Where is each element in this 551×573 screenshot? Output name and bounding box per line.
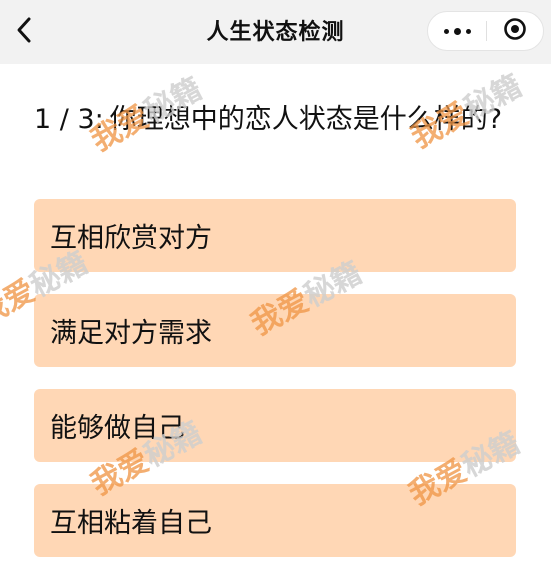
option-label: 满足对方需求 — [50, 318, 212, 349]
option-label: 互相粘着自己 — [50, 508, 212, 539]
screen: 人生状态检测 1 / 3: 你理想中的恋人状态是什么样的? 互相欣赏对方 满足对… — [0, 0, 551, 573]
question-text-block: 1 / 3: 你理想中的恋人状态是什么样的? — [34, 100, 524, 140]
more-dots-icon-center — [453, 27, 461, 35]
mini-program-capsule — [427, 11, 544, 51]
option-1[interactable]: 互相欣赏对方 — [34, 199, 516, 272]
option-4[interactable]: 互相粘着自己 — [34, 484, 516, 557]
option-2[interactable]: 满足对方需求 — [34, 294, 516, 367]
more-button[interactable] — [428, 12, 486, 50]
option-label: 能够做自己 — [50, 413, 185, 444]
option-label: 互相欣赏对方 — [50, 223, 212, 254]
more-dots-icon-right — [465, 28, 471, 34]
more-dots-icon — [443, 28, 449, 34]
question-progress: 1 / 3: — [34, 104, 104, 135]
close-miniprogram-button[interactable] — [487, 12, 543, 50]
question-text: 你理想中的恋人状态是什么样的? — [109, 104, 503, 135]
target-circle-icon — [503, 17, 527, 45]
option-3[interactable]: 能够做自己 — [34, 389, 516, 462]
top-nav-bar: 人生状态检测 — [0, 0, 551, 64]
